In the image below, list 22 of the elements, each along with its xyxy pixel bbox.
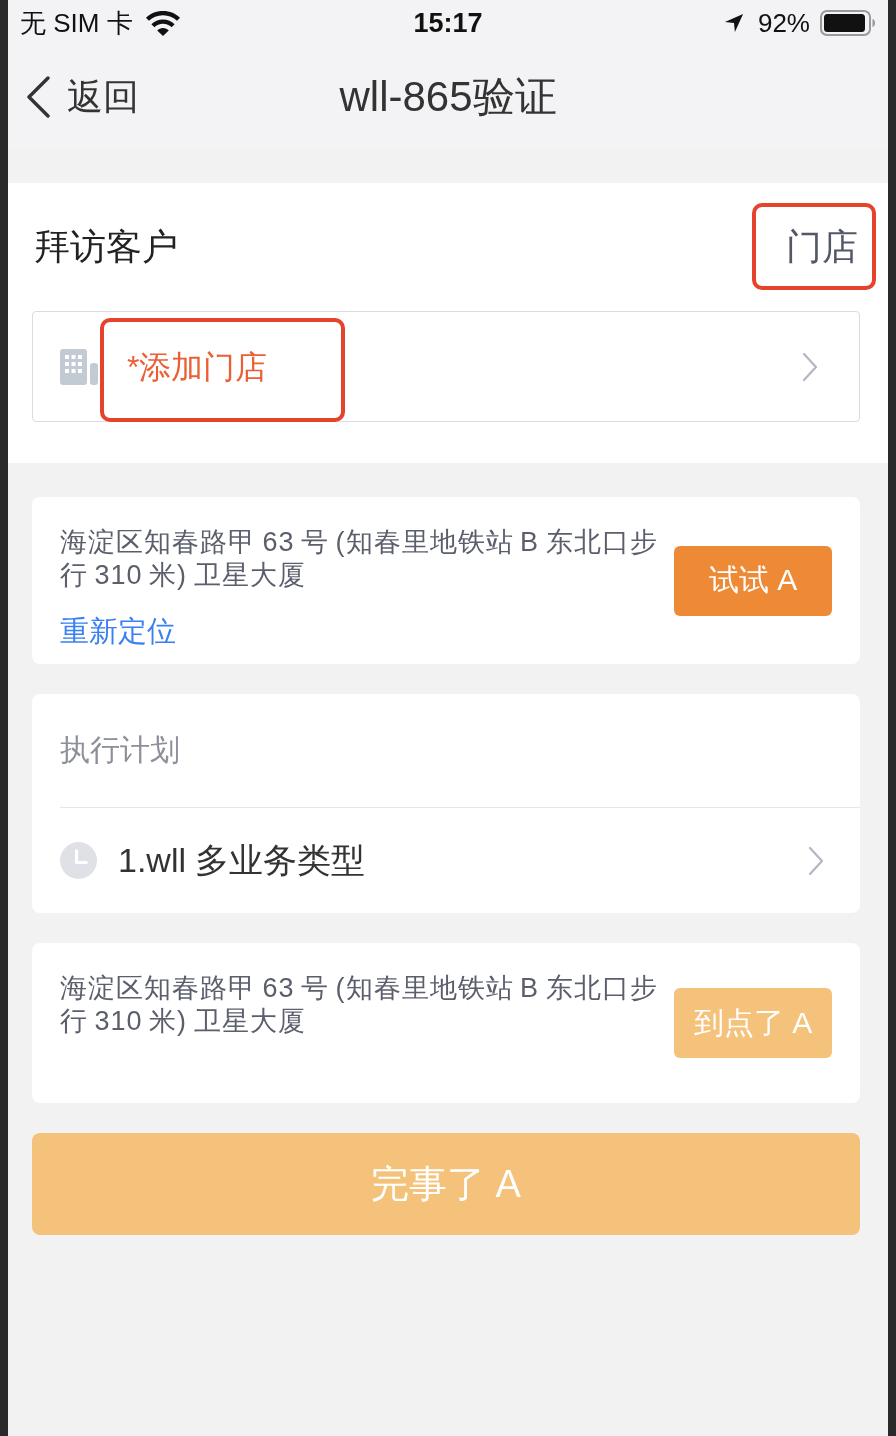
customer-type-label: 门店 — [786, 225, 858, 269]
clock-time: 15:17 — [413, 7, 483, 38]
battery-icon — [820, 9, 876, 36]
back-button[interactable]: 返回 — [25, 74, 139, 119]
address-text: 海淀区知春路甲 63 号 (知春里地铁站 B 东北口步行 310 米) 卫星大厦 — [60, 972, 659, 1038]
relocate-link[interactable]: 重新定位 — [60, 613, 176, 649]
action-button[interactable]: 试试 A — [674, 545, 832, 616]
location-arrow-icon — [723, 12, 744, 33]
plan-title: 执行计划 — [60, 732, 181, 768]
carrier-label: 无 SIM 卡 — [20, 7, 133, 38]
plan-item[interactable]: 1.wll 多业务类型 — [60, 807, 860, 913]
address-text: 海淀区知春路甲 63 号 (知春里地铁站 B 东北口步行 310 米) 卫星大厦 — [60, 526, 659, 592]
battery-percent: 92% — [757, 7, 810, 38]
chevron-right-icon — [802, 351, 818, 382]
chevron-left-icon — [25, 75, 51, 118]
building-icon — [60, 348, 98, 385]
store-picker[interactable]: *添加门店 — [32, 311, 860, 422]
chevron-right-icon — [808, 845, 824, 876]
page-title: wll-865验证 — [339, 71, 557, 122]
visit-customer-label: 拜访客户 — [34, 225, 178, 269]
clock-icon — [60, 842, 97, 879]
wifi-icon — [144, 9, 181, 36]
